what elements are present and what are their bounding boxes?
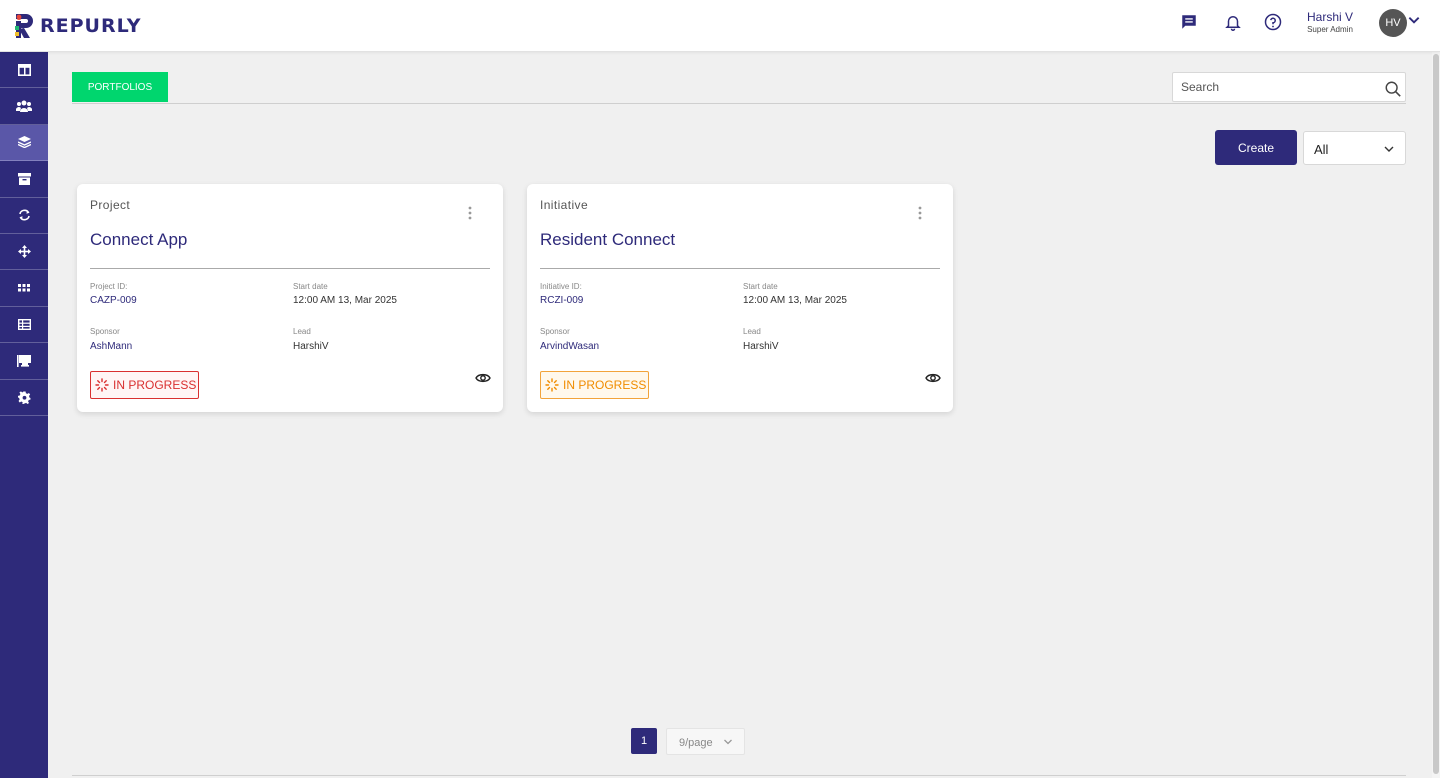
card-divider: [90, 268, 490, 269]
eye-icon[interactable]: [925, 371, 941, 385]
card-id-value: CAZP-009: [90, 295, 137, 306]
help-icon: [1264, 13, 1282, 31]
card-menu-button[interactable]: [463, 204, 477, 222]
board-icon: [17, 354, 31, 367]
card-type: Project: [90, 198, 131, 212]
chevron-down-icon: [1384, 146, 1394, 152]
search-icon[interactable]: [1384, 80, 1402, 98]
card-start-value: 12:00 AM 13, Mar 2025: [293, 295, 397, 306]
sidebar-item-move[interactable]: [0, 234, 48, 271]
sidebar: [0, 52, 48, 778]
table-icon: [17, 318, 31, 330]
scrollbar[interactable]: [1432, 52, 1440, 778]
page-size-value: 9/page: [679, 737, 713, 749]
logo-mark-icon: [15, 14, 33, 38]
sidebar-item-sync[interactable]: [0, 198, 48, 234]
status-text: IN PROGRESS: [563, 378, 647, 392]
card-menu-button[interactable]: [913, 204, 927, 222]
card-lead-value: HarshiV: [743, 341, 779, 352]
sidebar-item-settings[interactable]: [0, 380, 48, 416]
chevron-down-icon: [724, 739, 732, 745]
filter-select[interactable]: All: [1303, 131, 1406, 165]
user-name: Harshi V: [1306, 10, 1353, 24]
card-lead-value: HarshiV: [293, 341, 329, 352]
spinner-icon: [95, 378, 109, 392]
layers-icon: [17, 136, 31, 149]
card-sponsor-label: Sponsor: [90, 327, 120, 336]
card-sponsor-value: ArvindWasan: [540, 341, 600, 352]
card-sponsor-label: Sponsor: [540, 327, 570, 336]
card-type: Initiative: [540, 198, 589, 212]
card-sponsor-value: AshMann: [90, 341, 133, 352]
sidebar-item-users[interactable]: [0, 88, 48, 125]
card-lead-label: Lead: [743, 327, 761, 336]
pagination-page-1[interactable]: 1: [631, 728, 657, 754]
card-lead-label: Lead: [293, 327, 311, 336]
help-button[interactable]: [1261, 10, 1285, 34]
chat-icon: [1182, 15, 1196, 29]
search-box[interactable]: [1172, 72, 1406, 102]
card-id-label: Initiative ID:: [540, 282, 582, 291]
card-title[interactable]: Connect App: [90, 230, 187, 250]
users-icon: [16, 100, 32, 113]
page-size-select[interactable]: 9/page: [666, 728, 745, 755]
create-button[interactable]: Create: [1215, 130, 1297, 165]
kebab-menu-icon: [918, 206, 922, 220]
portfolio-card[interactable]: Project Connect App Project ID: CAZP-009…: [77, 184, 503, 412]
repurly-logo[interactable]: REPURLY: [14, 12, 142, 40]
settings-icon: [17, 391, 30, 404]
filter-selected-value: All: [1314, 142, 1329, 157]
status-badge: IN PROGRESS: [90, 371, 199, 399]
chevron-down-icon[interactable]: [1407, 13, 1421, 27]
top-header: REPURLY Harshi V Super Admin HV: [0, 0, 1440, 52]
brand-name: REPURLY: [40, 15, 142, 37]
scrollbar-thumb[interactable]: [1433, 54, 1439, 774]
grid-icon: [18, 284, 30, 292]
user-role: Super Admin: [1307, 25, 1353, 34]
sidebar-item-table[interactable]: [0, 307, 48, 344]
card-title[interactable]: Resident Connect: [540, 230, 675, 250]
messages-button[interactable]: [1177, 10, 1201, 34]
card-start-label: Start date: [743, 282, 778, 291]
search-input[interactable]: [1181, 77, 1371, 97]
notifications-button[interactable]: [1221, 10, 1245, 34]
sync-icon: [18, 209, 30, 221]
spinner-icon: [545, 378, 559, 392]
avatar[interactable]: HV: [1379, 9, 1407, 37]
card-id-label: Project ID:: [90, 282, 128, 291]
status-text: IN PROGRESS: [113, 378, 197, 392]
dashboard-icon: [17, 63, 31, 76]
card-divider: [540, 268, 940, 269]
footer-divider: [72, 775, 1406, 776]
sidebar-item-archive[interactable]: [0, 161, 48, 198]
card-start-value: 12:00 AM 13, Mar 2025: [743, 295, 847, 306]
kebab-menu-icon: [468, 206, 472, 220]
archive-icon: [17, 172, 31, 185]
move-icon: [17, 245, 31, 259]
sidebar-item-board[interactable]: [0, 343, 48, 380]
sidebar-item-dashboard[interactable]: [0, 52, 48, 89]
bell-icon: [1225, 16, 1241, 31]
card-start-label: Start date: [293, 282, 328, 291]
card-id-value: RCZI-009: [540, 295, 584, 306]
sidebar-item-apps[interactable]: [0, 270, 48, 307]
portfolio-card[interactable]: Initiative Resident Connect Initiative I…: [527, 184, 953, 412]
tab-divider: [72, 103, 1406, 104]
tab-portfolios[interactable]: PORTFOLIOS: [72, 72, 168, 102]
sidebar-item-portfolios[interactable]: [0, 124, 48, 162]
eye-icon[interactable]: [475, 371, 491, 385]
status-badge: IN PROGRESS: [540, 371, 649, 399]
